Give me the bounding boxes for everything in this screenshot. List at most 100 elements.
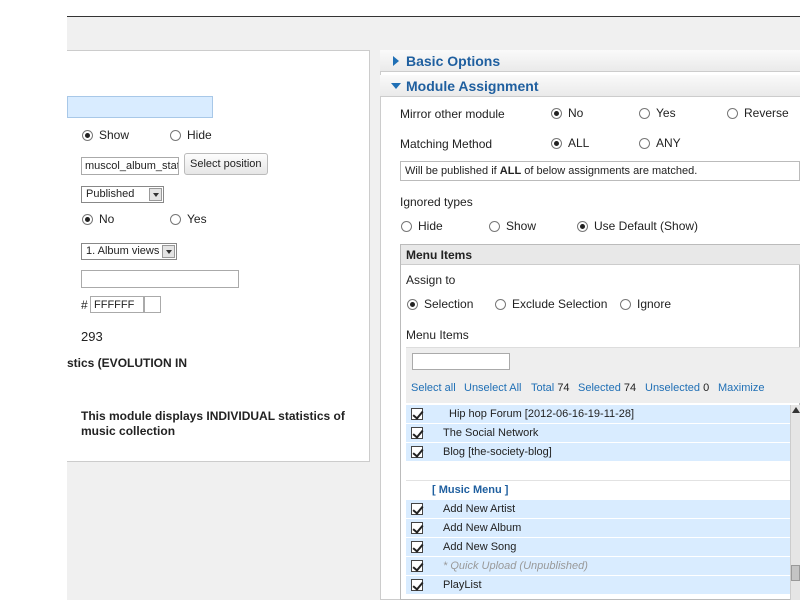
radio-on-icon[interactable]	[577, 221, 588, 233]
link-text[interactable]: Select all	[411, 382, 456, 394]
radio-off-icon[interactable]	[170, 214, 181, 226]
checkbox-checked-icon[interactable]	[411, 522, 423, 534]
chevron-down-icon[interactable]	[149, 188, 162, 201]
checkbox-checked-icon[interactable]	[411, 560, 423, 572]
assign-exclude-option[interactable]: Exclude Selection	[495, 297, 607, 311]
color-input[interactable]: FFFFFF	[90, 296, 144, 313]
color-hash: #	[81, 298, 88, 312]
empty-text-input[interactable]	[81, 270, 239, 288]
list-item[interactable]: Hip hop Forum [2012-06-16-19-11-28]	[406, 405, 790, 424]
title-input[interactable]	[67, 96, 213, 118]
checkbox-checked-icon[interactable]	[411, 579, 423, 591]
link-text[interactable]: Maximize	[718, 382, 764, 394]
radio-on-icon[interactable]	[82, 130, 93, 142]
album-views-value: 1. Album views	[86, 245, 160, 257]
selected-value: 74	[623, 382, 637, 394]
mirror-yes-option[interactable]: Yes	[639, 106, 676, 120]
radio-off-icon[interactable]	[170, 130, 181, 142]
checkbox-checked-icon[interactable]	[411, 446, 423, 458]
checkbox-checked-icon[interactable]	[411, 408, 423, 420]
album-views-select[interactable]: 1. Album views	[81, 243, 177, 260]
checkbox-checked-icon[interactable]	[411, 503, 423, 515]
scroll-up-icon[interactable]	[792, 407, 800, 413]
option-label: Yes	[656, 106, 676, 120]
list-scrollbar[interactable]	[790, 405, 800, 600]
list-item[interactable]: Add New Song	[406, 538, 790, 557]
select-all-link[interactable]: Select all	[411, 382, 456, 394]
radio-on-icon[interactable]	[407, 299, 418, 311]
radio-off-icon[interactable]	[639, 108, 650, 120]
scroll-thumb[interactable]	[791, 565, 800, 581]
search-input[interactable]	[412, 353, 510, 370]
list-item-label: PlayList	[443, 579, 482, 591]
list-item[interactable]: PlayList	[406, 576, 790, 595]
matching-any-option[interactable]: ANY	[639, 136, 681, 150]
mirror-label: Mirror other module	[400, 107, 505, 121]
status-value: Published	[86, 188, 135, 200]
show-title-hide-option[interactable]: Hide	[170, 128, 212, 142]
assign-selection-option[interactable]: Selection	[407, 297, 473, 311]
matching-all-option[interactable]: ALL	[551, 136, 589, 150]
radio-off-icon[interactable]	[495, 299, 506, 311]
radio-off-icon[interactable]	[401, 221, 412, 233]
selected-label[interactable]: Selected	[578, 382, 621, 394]
yesno-no-option[interactable]: No	[82, 212, 114, 226]
ignored-types-label: Ignored types	[400, 195, 473, 209]
accordion-basic-options[interactable]: Basic Options	[380, 50, 800, 72]
assign-ignore-option[interactable]: Ignore	[620, 297, 671, 311]
maximize-link[interactable]: Maximize	[718, 382, 764, 394]
checkbox-checked-icon[interactable]	[411, 427, 423, 439]
option-label: Show	[506, 219, 537, 233]
option-label: Selection	[424, 297, 474, 311]
position-input[interactable]: muscol_album_stats	[81, 157, 179, 175]
ignored-show-option[interactable]: Show	[489, 219, 536, 233]
list-item[interactable]: Add New Artist	[406, 500, 790, 519]
status-select[interactable]: Published	[81, 186, 164, 203]
list-item[interactable]: The Social Network	[406, 424, 790, 443]
accordion-module-assignment[interactable]: Module Assignment	[380, 75, 800, 97]
option-label: ALL	[568, 136, 590, 150]
list-item[interactable]: * Quick Upload (Unpublished)	[406, 557, 790, 576]
unselected-label[interactable]: Unselected	[645, 382, 700, 394]
radio-on-icon[interactable]	[551, 138, 562, 150]
mirror-no-option[interactable]: No	[551, 106, 583, 120]
no-label: No	[99, 212, 115, 226]
selected-count[interactable]: Selected 74	[578, 382, 636, 394]
ignored-hide-option[interactable]: Hide	[401, 219, 443, 233]
radio-off-icon[interactable]	[639, 138, 650, 150]
list-item-label: Hip hop Forum [2012-06-16-19-11-28]	[449, 408, 635, 420]
menu-items-list[interactable]: Hip hop Forum [2012-06-16-19-11-28] The S…	[406, 405, 790, 600]
list-item[interactable]: Add New Album	[406, 519, 790, 538]
module-type-name: stics (EVOLUTION IN	[67, 356, 188, 370]
chevron-down-icon[interactable]	[162, 245, 175, 258]
list-item-label: Add New Artist	[443, 503, 516, 515]
radio-off-icon[interactable]	[727, 108, 738, 120]
unselect-all-link[interactable]: Unselect All	[464, 382, 521, 394]
radio-off-icon[interactable]	[489, 221, 500, 233]
link-text[interactable]: Unselect All	[464, 382, 521, 394]
unselected-count[interactable]: Unselected 0	[645, 382, 709, 394]
select-position-button[interactable]: Select position	[184, 153, 268, 175]
show-label: Show	[99, 128, 130, 142]
yesno-yes-option[interactable]: Yes	[170, 212, 207, 226]
radio-off-icon[interactable]	[620, 299, 631, 311]
radio-on-icon[interactable]	[551, 108, 562, 120]
total-count[interactable]: Total 74	[531, 382, 570, 394]
total-value: 74	[557, 382, 570, 394]
radio-on-icon[interactable]	[82, 214, 93, 226]
chevron-right-icon[interactable]	[393, 56, 399, 66]
color-swatch[interactable]	[144, 296, 161, 313]
hide-label: Hide	[187, 128, 212, 142]
option-label: Exclude Selection	[512, 297, 608, 311]
checkbox-checked-icon[interactable]	[411, 541, 423, 553]
option-label: Ignore	[637, 297, 672, 311]
chevron-down-icon[interactable]	[391, 83, 401, 89]
accordion-title: Basic Options	[406, 53, 501, 69]
ignored-default-option[interactable]: Use Default (Show)	[577, 219, 698, 233]
show-title-show-option[interactable]: Show	[82, 128, 129, 142]
total-label[interactable]: Total	[531, 382, 554, 394]
list-item[interactable]: Blog [the-society-blog]	[406, 443, 790, 462]
list-item-label: Add New Song	[443, 541, 517, 553]
list-item-label: The Social Network	[443, 427, 539, 439]
mirror-reverse-option[interactable]: Reverse	[727, 106, 789, 120]
